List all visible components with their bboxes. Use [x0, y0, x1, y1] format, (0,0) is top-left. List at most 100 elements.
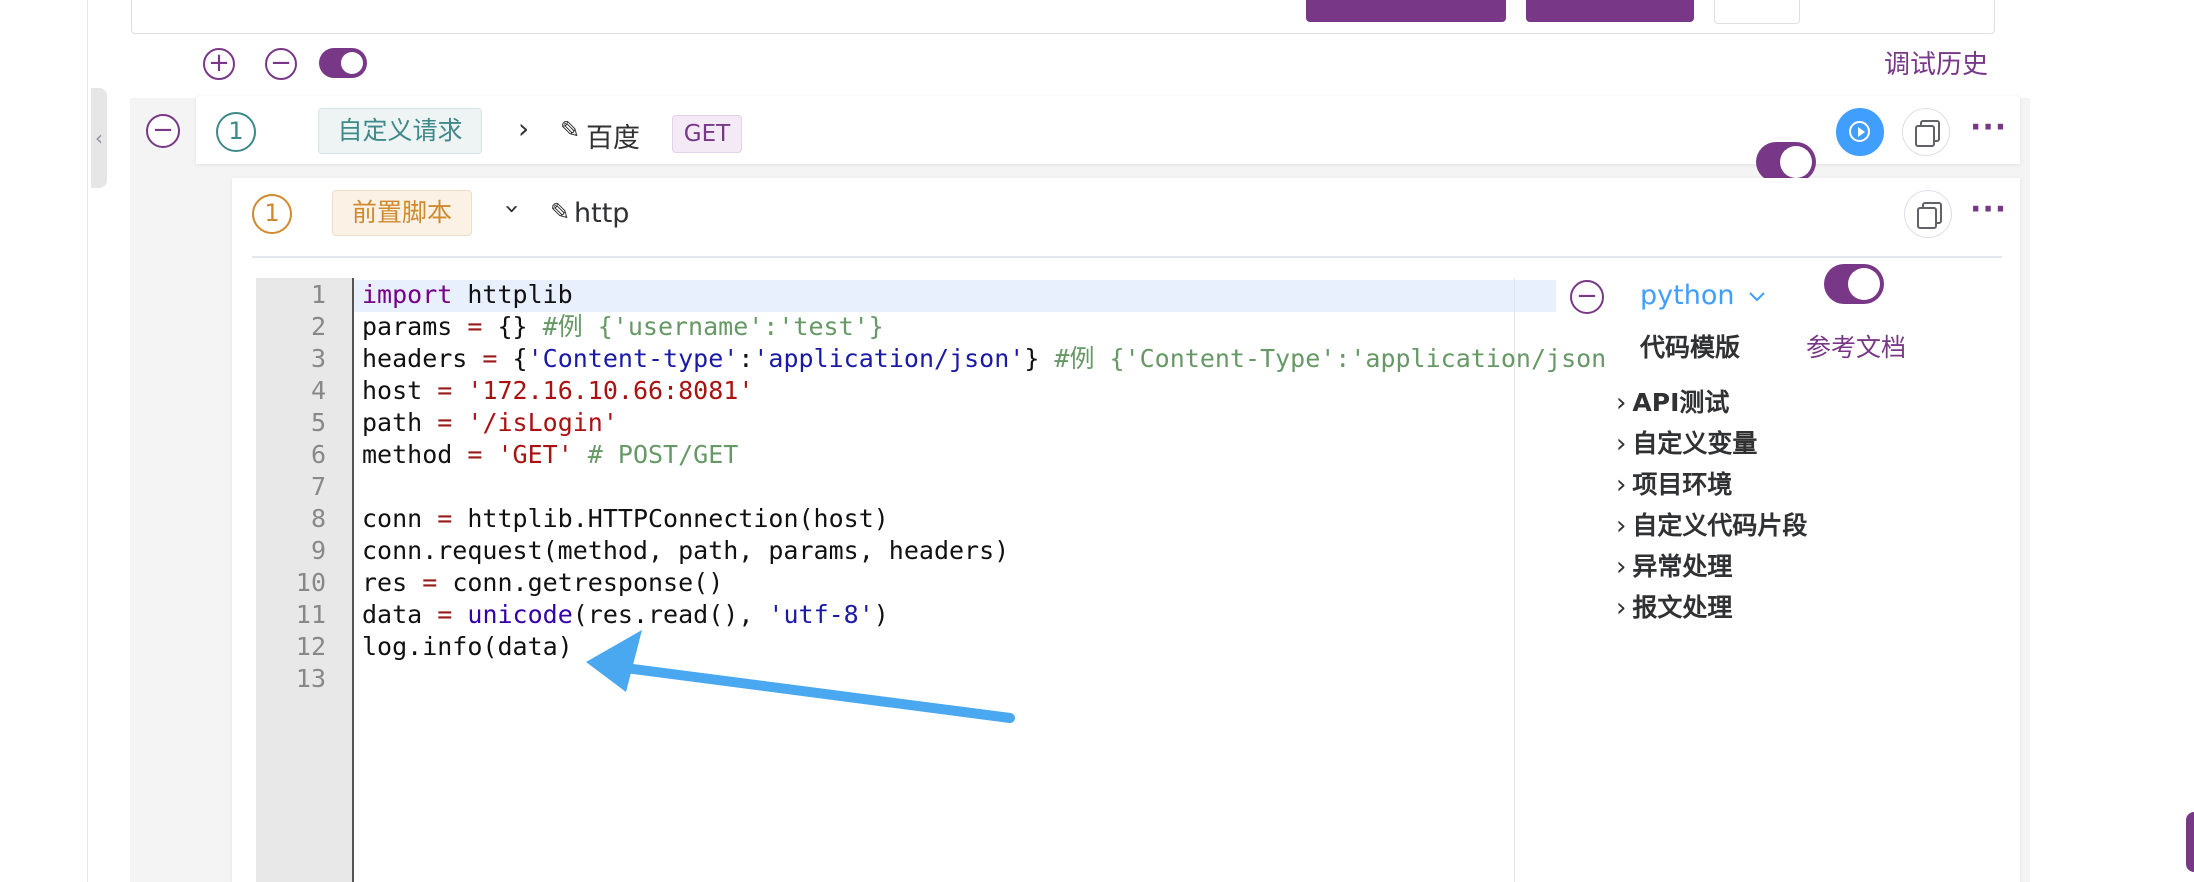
annotation-arrow — [586, 630, 1015, 723]
chevron-right-icon: › — [1616, 593, 1627, 623]
code-line: method = 'GET' # POST/GET — [362, 439, 738, 471]
code-token: = — [482, 344, 498, 373]
copy-step-icon[interactable] — [1902, 108, 1950, 156]
more-options-icon[interactable]: ··· — [1970, 192, 2007, 227]
edit-pencil-icon[interactable]: ✎ — [560, 116, 580, 144]
code-token: = — [437, 504, 453, 533]
chevron-right-icon[interactable]: › — [518, 112, 529, 145]
script-enable-toggle[interactable] — [1824, 264, 1884, 304]
code-token: conn.request(method, path, params, heade… — [362, 536, 1010, 565]
tree-item-exception-handling[interactable]: › 异常处理 — [1616, 547, 1732, 583]
tree-item-custom-snippets[interactable]: › 自定义代码片段 — [1616, 506, 1807, 542]
chevron-right-icon: › — [1616, 511, 1627, 541]
code-token: conn.getresponse() — [437, 568, 724, 597]
line-number: 8 — [310, 504, 326, 533]
line-number: 7 — [310, 472, 326, 501]
code-token: '/isLogin' — [467, 408, 618, 437]
left-border — [87, 0, 88, 882]
env-button[interactable] — [1306, 0, 1506, 22]
code-token: httplib.HTTPConnection(host) — [452, 504, 889, 533]
more-options-icon[interactable]: ··· — [1970, 110, 2007, 145]
line-number: 1 — [310, 280, 326, 309]
tree-item-message-handling[interactable]: › 报文处理 — [1616, 588, 1732, 624]
debug-history-link[interactable]: 调试历史 — [1884, 44, 1988, 81]
refresh-button[interactable] — [1714, 0, 1800, 24]
code-line: path = '/isLogin' — [362, 407, 618, 439]
collapse-step-icon[interactable]: − — [146, 114, 180, 148]
tree-item-label: 项目环境 — [1632, 470, 1733, 499]
language-select[interactable]: python — [1640, 280, 1734, 311]
code-line: import httplib — [362, 279, 573, 311]
code-token: #例 {'Content-Type':'application/json — [1054, 344, 1607, 373]
custom-request-tag: 自定义请求 — [318, 108, 482, 154]
code-token: params — [362, 312, 468, 341]
code-token: # POST/GET — [572, 440, 739, 469]
tree-item-label: 自定义变量 — [1632, 429, 1758, 458]
code-token: 'application/json' — [753, 344, 1025, 373]
line-number: 10 — [295, 568, 326, 597]
chevron-down-icon[interactable]: › — [497, 199, 527, 219]
method-badge: GET — [672, 115, 742, 153]
line-number: 9 — [310, 536, 326, 565]
line-number: 4 — [310, 376, 326, 405]
card-divider — [252, 256, 2002, 258]
code-token: 'GET' — [497, 440, 573, 469]
chevron-right-icon: › — [1616, 429, 1627, 459]
code-token: headers — [362, 344, 483, 373]
code-token: { — [497, 344, 528, 373]
code-token: unicode — [467, 600, 573, 629]
run-step-icon[interactable] — [1836, 108, 1884, 156]
tree-item-custom-variables[interactable]: › 自定义变量 — [1616, 424, 1757, 460]
code-token: host — [362, 376, 438, 405]
line-number: 13 — [295, 664, 326, 693]
tree-item-label: 自定义代码片段 — [1632, 511, 1808, 540]
tree-item-label: 异常处理 — [1632, 552, 1733, 581]
collapse-sidebar-handle[interactable]: ‹ — [91, 88, 107, 188]
code-token: = — [422, 568, 438, 597]
code-token: httplib — [452, 280, 573, 309]
line-number: 5 — [310, 408, 326, 437]
docs-link[interactable]: 参考文档 — [1806, 328, 1906, 364]
code-token: #例 {'username':'test'} — [542, 312, 884, 341]
code-token: log.info(data) — [362, 632, 573, 661]
line-number: 2 — [310, 312, 326, 341]
code-token: data — [362, 600, 438, 629]
request-name[interactable]: 百度 — [586, 116, 640, 155]
code-token: import — [362, 280, 453, 309]
expand-all-icon[interactable]: + — [203, 48, 235, 80]
tree-item-project-env[interactable]: › 项目环境 — [1616, 465, 1732, 501]
collapse-all-icon[interactable]: − — [265, 48, 297, 80]
code-line: conn = httplib.HTTPConnection(host) — [362, 503, 889, 535]
edit-pencil-icon[interactable]: ✎ — [550, 198, 570, 226]
floating-help-button[interactable] — [2186, 812, 2194, 872]
code-line: res = conn.getresponse() — [362, 567, 723, 599]
code-token: path — [362, 408, 438, 437]
code-token: = — [467, 440, 483, 469]
step-index-badge: 1 — [216, 112, 256, 152]
code-token: } — [1024, 344, 1055, 373]
code-token: = — [437, 600, 453, 629]
copy-script-icon[interactable] — [1904, 190, 1952, 238]
code-token: = — [437, 408, 453, 437]
tree-item-label: API测试 — [1632, 388, 1730, 417]
pre-script-tag: 前置脚本 — [332, 190, 472, 236]
tree-item-api-test[interactable]: › API测试 — [1616, 383, 1729, 419]
line-number: 11 — [295, 600, 326, 629]
code-token: res — [362, 568, 423, 597]
code-line: log.info(data) — [362, 631, 573, 663]
code-token: '172.16.10.66:8081' — [467, 376, 754, 405]
request-enable-toggle[interactable] — [1756, 142, 1816, 182]
enable-all-toggle[interactable] — [319, 48, 367, 78]
collapse-panel-icon[interactable]: − — [1570, 280, 1604, 314]
chevron-down-icon[interactable] — [1748, 290, 1766, 304]
script-name[interactable]: http — [574, 198, 629, 229]
line-number: 3 — [310, 344, 326, 373]
code-template-label: 代码模版 — [1640, 333, 1741, 362]
code-token: {} — [482, 312, 543, 341]
debug-button[interactable] — [1526, 0, 1694, 22]
line-number: 6 — [310, 440, 326, 469]
